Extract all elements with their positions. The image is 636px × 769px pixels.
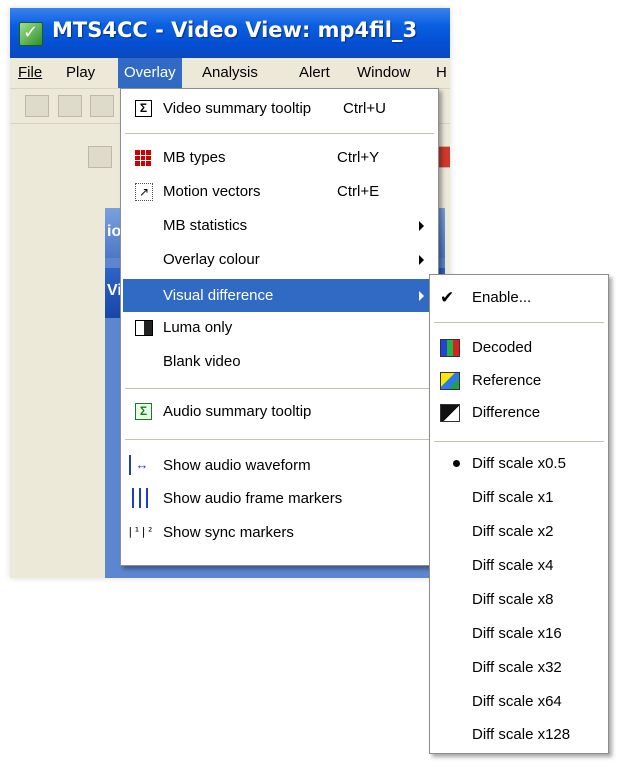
menu-separator	[125, 133, 434, 134]
menu-file[interactable]: File	[12, 58, 48, 88]
show-audio-waveform-item[interactable]: ↔ Show audio waveform	[123, 449, 436, 482]
show-audio-frame-markers-item[interactable]: Show audio frame markers	[123, 482, 436, 515]
video-summary-tooltip-item[interactable]: Σ Video summary tooltip Ctrl+U	[123, 92, 436, 125]
item-label: Video summary tooltip	[163, 100, 312, 117]
menu-analysis[interactable]: Analysis	[196, 58, 264, 88]
menu-alert-label: Alert	[299, 64, 330, 81]
menu-window[interactable]: Window	[351, 58, 416, 88]
item-label: Diff scale x16	[472, 625, 562, 642]
menu-bar: File Play Overlay Analysis Alert Window …	[10, 58, 450, 89]
decoded-item[interactable]: Decoded	[432, 331, 606, 364]
menu-overlay-label: Overlay	[124, 64, 176, 81]
item-label: Diff scale x4	[472, 557, 554, 574]
diff-scale-x1-item[interactable]: Diff scale x1	[432, 481, 606, 514]
item-label: Visual difference	[163, 287, 274, 304]
item-label: Show audio frame markers	[163, 490, 343, 507]
mb-grid-icon	[135, 150, 151, 166]
menu-play-label: Play	[66, 64, 96, 81]
menu-help-label: H	[436, 64, 447, 81]
overlay-menu: Σ Video summary tooltip Ctrl+U MB types …	[120, 88, 439, 566]
item-label: Decoded	[472, 339, 533, 356]
diff-scale-x2-item[interactable]: Diff scale x2	[432, 515, 606, 548]
difference-item[interactable]: Difference	[432, 396, 606, 429]
diff-scale-x0-5-item[interactable]: Diff scale x0.5	[432, 447, 606, 480]
motion-vector-icon: ↗	[135, 183, 153, 201]
item-label: Diff scale x1	[472, 489, 554, 506]
item-label: Motion vectors	[163, 183, 261, 200]
open-file-icon[interactable]	[25, 95, 49, 117]
item-label: Enable...	[472, 289, 532, 306]
item-label: Diff scale x2	[472, 523, 554, 540]
diff-scale-x16-item[interactable]: Diff scale x16	[432, 617, 606, 650]
item-label: Reference	[472, 372, 542, 389]
window-title: MTS4CC - Video View: mp4fil_3	[52, 18, 418, 42]
rewind-icon[interactable]	[58, 95, 82, 117]
item-label: Diff scale x8	[472, 591, 554, 608]
menu-separator	[434, 322, 604, 323]
item-label: Diff scale x32	[472, 659, 562, 676]
step-back-icon[interactable]	[90, 95, 114, 117]
submenu-arrow-icon	[419, 291, 424, 301]
checkmark-icon: ✔	[440, 288, 455, 307]
luma-icon	[135, 320, 153, 336]
item-label: Show sync markers	[163, 524, 294, 541]
reference-icon	[440, 372, 460, 390]
item-label: Audio summary tooltip	[163, 403, 312, 420]
radio-bullet-icon	[453, 460, 460, 467]
menu-help[interactable]: H	[430, 58, 450, 88]
decoded-icon	[440, 339, 460, 357]
item-label: Diff scale x64	[472, 693, 562, 710]
visual-difference-submenu: ✔ Enable... Decoded Reference Difference…	[429, 274, 609, 754]
toolbar-button[interactable]	[88, 146, 112, 168]
submenu-arrow-icon	[419, 221, 424, 231]
mb-statistics-item[interactable]: MB statistics	[123, 209, 436, 242]
title-bar[interactable]: MTS4CC - Video View: mp4fil_3	[10, 8, 450, 58]
luma-only-item[interactable]: Luma only	[123, 311, 436, 344]
item-shortcut: Ctrl+Y	[337, 149, 380, 166]
blank-video-item[interactable]: Blank video	[123, 345, 436, 378]
diff-scale-x32-item[interactable]: Diff scale x32	[432, 651, 606, 684]
menu-analysis-label: Analysis	[202, 64, 258, 81]
app-icon	[19, 22, 43, 46]
menu-separator	[125, 388, 434, 389]
frame-markers-icon	[129, 488, 151, 508]
item-label: Overlay colour	[163, 251, 260, 268]
overlay-colour-item[interactable]: Overlay colour	[123, 243, 436, 276]
item-label: Blank video	[163, 353, 241, 370]
item-label: Diff scale x128	[472, 726, 571, 743]
submenu-arrow-icon	[419, 255, 424, 265]
difference-icon	[440, 404, 460, 422]
diff-scale-x4-item[interactable]: Diff scale x4	[432, 549, 606, 582]
visual-difference-item[interactable]: Visual difference	[123, 279, 436, 312]
menu-alert[interactable]: Alert	[293, 58, 336, 88]
menu-play[interactable]: Play	[60, 58, 101, 88]
menu-overlay[interactable]: Overlay	[118, 58, 182, 88]
motion-vectors-item[interactable]: ↗ Motion vectors Ctrl+E	[123, 175, 436, 208]
menu-window-label: Window	[357, 64, 411, 81]
item-shortcut: Ctrl+U	[343, 100, 386, 117]
menu-file-label: File	[18, 64, 43, 81]
audio-summary-tooltip-item[interactable]: Σ Audio summary tooltip	[123, 395, 436, 428]
item-label: Luma only	[163, 319, 233, 336]
item-label: MB statistics	[163, 217, 248, 234]
menu-separator	[125, 439, 434, 440]
item-shortcut: Ctrl+E	[337, 183, 380, 200]
sigma-green-icon: Σ	[135, 403, 152, 420]
diff-scale-x8-item[interactable]: Diff scale x8	[432, 583, 606, 616]
mb-types-item[interactable]: MB types Ctrl+Y	[123, 141, 436, 174]
item-label: Show audio waveform	[163, 457, 311, 474]
item-label: Diff scale x0.5	[472, 455, 566, 472]
show-sync-markers-item[interactable]: |¹|² Show sync markers	[123, 516, 436, 549]
reference-item[interactable]: Reference	[432, 364, 606, 397]
item-label: Difference	[472, 404, 541, 421]
menu-separator	[434, 441, 604, 442]
enable-item[interactable]: ✔ Enable...	[432, 281, 606, 314]
item-label: MB types	[163, 149, 226, 166]
diff-scale-x64-item[interactable]: Diff scale x64	[432, 685, 606, 718]
sync-markers-icon: |¹|²	[127, 525, 154, 538]
sigma-icon: Σ	[135, 100, 152, 117]
diff-scale-x128-item[interactable]: Diff scale x128	[432, 718, 606, 751]
waveform-icon: ↔	[129, 455, 153, 475]
